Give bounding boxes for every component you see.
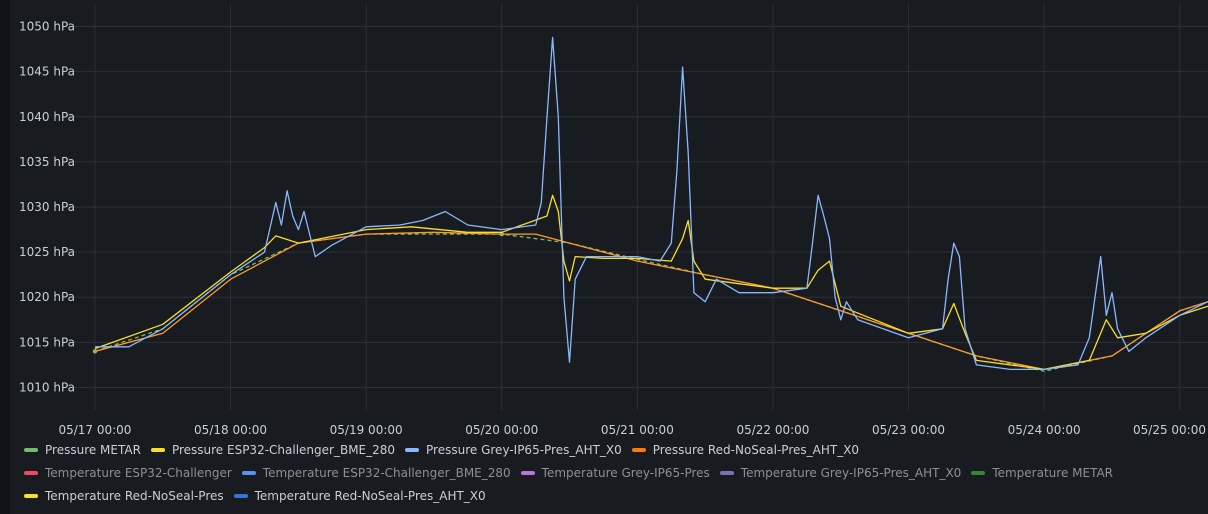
legend-swatch (241, 471, 256, 475)
y-tick-label: 1010 hPa (19, 380, 75, 394)
legend-label: Temperature Red-NoSeal-Pres (45, 489, 224, 503)
legend-item[interactable]: Temperature ESP32-Challenger (24, 466, 232, 480)
series-line-3 (94, 231, 1208, 371)
y-tick-label: 1030 hPa (19, 200, 75, 214)
legend-label: Pressure ESP32-Challenger_BME_280 (171, 443, 396, 457)
legend-item[interactable]: Temperature Red-NoSeal-Pres (24, 489, 224, 503)
legend-label: Pressure METAR (45, 443, 141, 457)
grid (70, 4, 1208, 410)
legend-item[interactable]: Pressure Red-NoSeal-Pres_AHT_X0 (631, 443, 860, 457)
legend-label: Temperature ESP32-Challenger_BME_280 (262, 466, 511, 480)
y-tick-label: 1025 hPa (19, 245, 75, 259)
legend-label: Temperature Grey-IP65-Pres (541, 466, 710, 480)
series-line-0 (94, 233, 1208, 372)
legend-item[interactable]: Temperature ESP32-Challenger_BME_280 (241, 466, 511, 480)
x-tick-label: 05/22 00:00 (736, 423, 809, 437)
x-tick-label: 05/21 00:00 (601, 423, 674, 437)
legend-swatch (520, 471, 535, 475)
legend-row: Temperature Red-NoSeal-Pres Temperature R… (24, 486, 496, 506)
legend-label: Temperature ESP32-Challenger (45, 466, 232, 480)
legend-item[interactable]: Temperature Red-NoSeal-Pres_AHT_X0 (233, 489, 486, 503)
x-tick-label: 05/18 00:00 (194, 423, 267, 437)
x-tick-label: 05/17 00:00 (58, 423, 131, 437)
legend-swatch (24, 448, 38, 452)
legend-label: Temperature Grey-IP65-Pres_AHT_X0 (740, 466, 962, 480)
time-series-panel: 1010 hPa 1015 hPa 1020 hPa 1025 hPa 1030 hPa… (0, 0, 1208, 514)
legend-swatch (24, 494, 38, 498)
y-tick-label: 1035 hPa (19, 155, 75, 169)
legend-swatch (233, 494, 248, 498)
legend-swatch (150, 448, 165, 452)
legend-item[interactable]: Temperature METAR (971, 466, 1113, 480)
series-line-1 (94, 194, 1208, 371)
legend-label: Temperature Red-NoSeal-Pres_AHT_X0 (254, 489, 486, 503)
y-axis: 1010 hPa 1015 hPa 1020 hPa 1025 hPa 1030 hPa… (19, 20, 75, 395)
legend-label: Temperature METAR (992, 466, 1114, 480)
legend-swatch (24, 471, 38, 475)
y-tick-label: 1050 hPa (19, 20, 75, 34)
x-tick-label: 05/19 00:00 (330, 423, 403, 437)
legend-swatch (405, 448, 420, 452)
y-tick-label: 1045 hPa (19, 65, 75, 79)
legend-item[interactable]: Pressure Grey-IP65-Pres_AHT_X0 (405, 443, 622, 457)
pressure-chart: 1010 hPa 1015 hPa 1020 hPa 1025 hPa 1030 hPa… (19, 4, 1208, 437)
x-tick-label: 05/23 00:00 (872, 423, 945, 437)
y-tick-label: 1015 hPa (19, 335, 75, 349)
series-layer (92, 36, 1208, 372)
legend-row: Pressure METAR Pressure ESP32-Challenger_… (24, 440, 869, 460)
y-tick-label: 1020 hPa (19, 290, 75, 304)
legend-row: Temperature ESP32-Challenger Temperature … (24, 463, 1123, 483)
legend-item[interactable]: Temperature Grey-IP65-Pres (520, 466, 710, 480)
y-tick-label: 1040 hPa (19, 110, 75, 124)
legend-item[interactable]: Pressure ESP32-Challenger_BME_280 (150, 443, 396, 457)
x-tick-label: 05/20 00:00 (465, 423, 538, 437)
legend-swatch (971, 471, 986, 475)
legend-swatch (631, 448, 646, 452)
x-tick-label: 05/25 00:00 (1133, 423, 1206, 437)
legend-label: Pressure Grey-IP65-Pres_AHT_X0 (426, 443, 622, 457)
x-tick-label: 05/24 00:00 (1008, 423, 1081, 437)
legend-item[interactable]: Temperature Grey-IP65-Pres_AHT_X0 (719, 466, 962, 480)
series-line-2 (95, 36, 1208, 371)
legend-item[interactable]: Pressure METAR (24, 443, 141, 457)
x-axis: 05/17 00:00 05/18 00:00 05/19 00:00 05/20 0… (58, 423, 1206, 437)
legend-label: Pressure Red-NoSeal-Pres_AHT_X0 (652, 443, 860, 457)
legend-swatch (719, 471, 734, 475)
